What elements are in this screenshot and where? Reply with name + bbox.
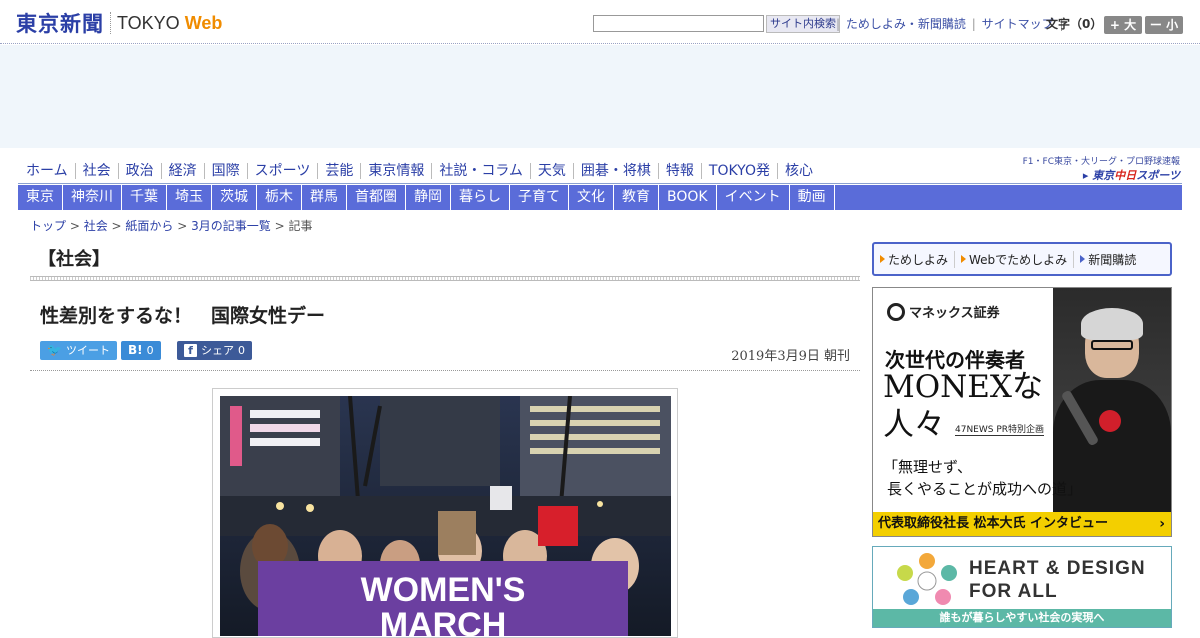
nav-economy[interactable]: 経済 <box>162 162 205 179</box>
monex-logo-icon <box>887 302 905 321</box>
nav2-book[interactable]: BOOK <box>659 185 717 210</box>
section-divider <box>30 276 860 281</box>
breadcrumb-society[interactable]: 社会 <box>84 219 108 233</box>
top-ad-area <box>0 45 1200 148</box>
site-search-button[interactable]: サイト内検索 <box>766 15 840 33</box>
subscribe-trial-label: ためしよみ <box>888 252 949 267</box>
font-smaller-button[interactable]: ー 小 <box>1145 16 1183 34</box>
subscribe-newspaper[interactable]: 新聞購読 <box>1074 251 1142 268</box>
hatena-count: 0 <box>146 344 154 357</box>
monex-ad[interactable]: マネックス証券 次世代の伴奏者 MONEXな 人々 47NEWS PR特別企画 … <box>872 287 1172 537</box>
nav2-culture[interactable]: 文化 <box>569 185 614 210</box>
nav2-ibaraki[interactable]: 茨城 <box>212 185 257 210</box>
font-size-label: 文字（0） <box>1046 17 1103 31</box>
nav2-chiba[interactable]: 千葉 <box>122 185 167 210</box>
nav2-education[interactable]: 教育 <box>614 185 659 210</box>
nav-entertainment[interactable]: 芸能 <box>318 162 362 179</box>
subscribe-trial[interactable]: ためしよみ <box>874 250 956 268</box>
breadcrumb: トップ > 社会 > 紙面から > 3月の記事一覧 > 記事 <box>30 219 313 233</box>
nav-international[interactable]: 国際 <box>205 162 248 179</box>
header-links: | ためしよみ・新聞購読 | サイトマップ | <box>836 17 1064 31</box>
subscribe-newspaper-label: 新聞購読 <box>1088 252 1137 267</box>
nav-editorial[interactable]: 社説・コラム <box>432 162 531 179</box>
sports-link-caption: F1・FC東京・大リーグ・プロ野球速報 <box>1022 157 1180 167</box>
site-header: 東京新聞 TOKYO Web サイト内検索 | ためしよみ・新聞購読 | サイト… <box>0 0 1200 44</box>
logo-web: Web <box>184 12 223 33</box>
blue-triangle-icon <box>1080 255 1086 263</box>
nav-society[interactable]: 社会 <box>76 162 119 179</box>
hatena-icon: B! <box>128 343 143 357</box>
font-larger-button[interactable]: + 大 <box>1104 16 1142 34</box>
monex-tag: 47NEWS PR特別企画 <box>955 422 1045 436</box>
breadcrumb-current: 記事 <box>288 219 313 233</box>
twitter-bird-icon: 🐦 <box>47 343 62 357</box>
chevron-right-icon: › <box>1159 516 1165 532</box>
womens-march-photo: WOMEN'S MARCH <box>220 396 671 636</box>
article-divider <box>30 370 860 371</box>
facebook-icon: f <box>184 344 197 357</box>
tokyo-chunichi-sports-link[interactable]: F1・FC東京・大リーグ・プロ野球速報 ▸ 東京中日スポーツ <box>1023 154 1180 183</box>
subscribe-bar: ためしよみ Webでためしよみ 新聞購読 <box>872 242 1172 276</box>
nav2-kanagawa[interactable]: 神奈川 <box>63 185 122 210</box>
search-input[interactable] <box>593 15 764 32</box>
heart-design-ad[interactable]: HEART & DESIGN FOR ALL 誰もが暮らしやすい社会の実現へ <box>872 546 1172 628</box>
nav-politics[interactable]: 政治 <box>119 162 162 179</box>
nav-weather[interactable]: 天気 <box>531 162 574 179</box>
hatena-bookmark-button[interactable]: B! 0 <box>121 341 161 360</box>
facebook-share-label: シェア <box>201 344 234 357</box>
nav2-saitama[interactable]: 埼玉 <box>167 185 212 210</box>
nav-special[interactable]: 特報 <box>659 162 702 179</box>
article-headline: 性差別をするな！ 国際女性デー <box>40 305 326 327</box>
photo-banner-line2: MARCH <box>380 606 507 636</box>
breadcrumb-print[interactable]: 紙面から <box>125 219 173 233</box>
facebook-share-count: 0 <box>238 344 245 357</box>
nav2-shizuoka[interactable]: 静岡 <box>406 185 451 210</box>
nav2-gunma[interactable]: 群馬 <box>302 185 347 210</box>
publish-date: 2019年3月9日 朝刊 <box>731 349 850 364</box>
nav-tokyo-info[interactable]: 東京情報 <box>361 162 433 179</box>
tweet-button[interactable]: 🐦 ツイート <box>40 341 117 360</box>
nav-tokyo-hatsu[interactable]: TOKYO発 <box>702 162 778 179</box>
subscribe-web-trial-label: Webでためしよみ <box>969 252 1068 267</box>
nav2-events[interactable]: イベント <box>717 185 790 210</box>
primary-nav: ホーム 社会 政治 経済 国際 スポーツ 芸能 東京情報 社説・コラム 天気 囲… <box>18 158 1182 184</box>
secondary-nav: 東京 神奈川 千葉 埼玉 茨城 栃木 群馬 首都圏 静岡 暮らし 子育て 文化 … <box>18 185 1182 210</box>
nav2-shutoken[interactable]: 首都圏 <box>347 185 406 210</box>
heart-design-logo-icon <box>897 553 957 605</box>
photo-banner-line1: WOMEN'S <box>361 571 526 609</box>
heart-design-tagline: 誰もが暮らしやすい社会の実現へ <box>873 609 1171 627</box>
nav-sports[interactable]: スポーツ <box>248 162 319 179</box>
nav2-tokyo[interactable]: 東京 <box>18 185 63 210</box>
breadcrumb-top[interactable]: トップ <box>30 219 66 233</box>
nav2-video[interactable]: 動画 <box>790 185 835 210</box>
orange-triangle-icon <box>880 255 885 263</box>
nav2-living[interactable]: 暮らし <box>451 185 510 210</box>
monex-interview-link: 代表取締役社長 松本大氏 インタビュー › <box>873 512 1171 536</box>
article-photo[interactable]: WOMEN'S MARCH <box>220 396 671 636</box>
section-title: 【社会】 <box>38 249 110 270</box>
tweet-label: ツイート <box>65 344 110 357</box>
monex-quote: 「無理せず、 長くやることが成功への道」 <box>883 458 1083 498</box>
orange-triangle-icon <box>961 255 967 263</box>
site-logo[interactable]: 東京新聞 TOKYO Web <box>16 10 222 36</box>
monex-logo: マネックス証券 <box>887 302 1000 321</box>
logo-main: 東京新聞 <box>16 11 104 36</box>
header-link-sitemap[interactable]: サイトマップ <box>982 17 1054 31</box>
facebook-share-button[interactable]: f シェア 0 <box>177 341 252 360</box>
breadcrumb-march-list[interactable]: 3月の記事一覧 <box>191 219 271 233</box>
nav-go-shogi[interactable]: 囲碁・将棋 <box>574 162 659 179</box>
logo-separator <box>110 12 111 34</box>
nav-home[interactable]: ホーム <box>18 162 76 179</box>
subscribe-web-trial[interactable]: Webでためしよみ <box>955 250 1075 268</box>
nav2-parenting[interactable]: 子育て <box>510 185 569 210</box>
nav-kakushin[interactable]: 核心 <box>778 163 820 179</box>
heart-design-title: HEART & DESIGN FOR ALL <box>969 558 1146 602</box>
logo-tokyo: TOKYO <box>117 12 180 33</box>
header-link-subscribe[interactable]: ためしよみ・新聞購読 <box>846 17 966 31</box>
sports-link-logo: ▸ 東京中日スポーツ <box>1082 169 1180 182</box>
nav2-tochigi[interactable]: 栃木 <box>257 185 302 210</box>
article-photo-frame: WOMEN'S MARCH <box>212 388 678 638</box>
